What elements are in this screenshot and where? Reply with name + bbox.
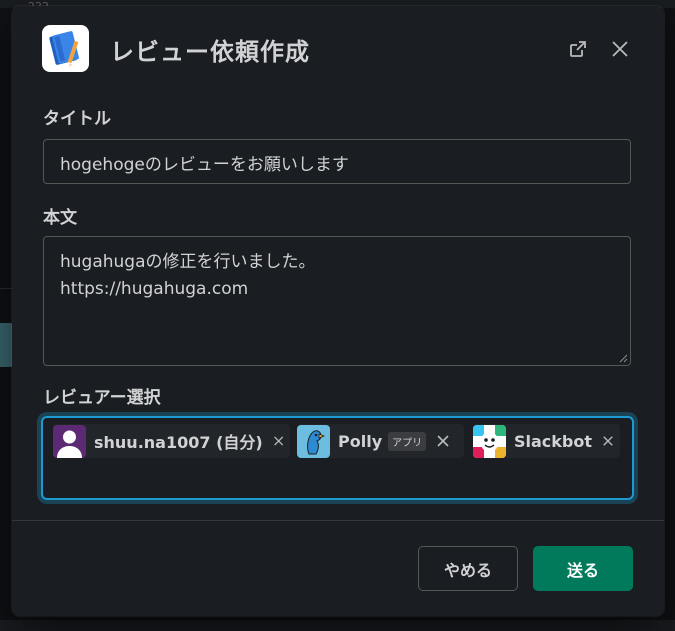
title-input[interactable]: hogehogeのレビューをお願いします (43, 139, 631, 184)
body-label: 本文 (43, 208, 77, 228)
remove-reviewer-icon[interactable] (436, 434, 450, 448)
default-user-avatar (53, 424, 86, 458)
footer-divider (12, 520, 664, 521)
external-link-icon (570, 41, 586, 57)
body-textarea[interactable]: hugahugaの修正を行いました。 https://hugahuga.com (43, 236, 631, 366)
background-strip-bottom (0, 620, 675, 631)
modal-title: レビュー依頼作成 (110, 38, 310, 66)
resize-grip-icon[interactable] (618, 353, 628, 363)
modal-header: レビュー依頼作成 (12, 6, 664, 92)
remove-reviewer-icon[interactable] (273, 434, 284, 448)
title-label: タイトル (43, 109, 111, 129)
reviewer-chip: Slackbot (473, 424, 620, 458)
reviewer-label: レビュアー選択 (43, 388, 161, 408)
close-button[interactable] (607, 36, 633, 62)
close-icon (612, 41, 628, 57)
body-line: hugahugaの修正を行いました。 (60, 252, 316, 272)
polly-bird-avatar (297, 424, 330, 458)
reviewer-name: shuu.na1007 (自分) (94, 433, 263, 452)
reviewer-chip: shuu.na1007 (自分) (53, 424, 290, 458)
review-request-modal: レビュー依頼作成 タイトル hogehogeのレビューをお願いします 本文 hu… (12, 6, 664, 616)
reviewer-chip: Polly アプリ (297, 424, 464, 458)
slackbot-avatar (473, 424, 506, 458)
app-badge: アプリ (388, 431, 427, 451)
cancel-button[interactable]: やめる (418, 546, 518, 591)
remove-reviewer-icon[interactable] (602, 434, 614, 448)
reviewer-select[interactable]: shuu.na1007 (自分) Polly アプリ Slackbot (41, 416, 634, 500)
submit-button[interactable]: 送る (533, 546, 633, 591)
reviewer-name: Slackbot (514, 431, 593, 451)
body-line: https://hugahuga.com (60, 279, 249, 299)
reviewer-name: Polly (338, 431, 383, 451)
open-in-window-button[interactable] (565, 36, 591, 62)
notebook-icon (42, 25, 89, 72)
